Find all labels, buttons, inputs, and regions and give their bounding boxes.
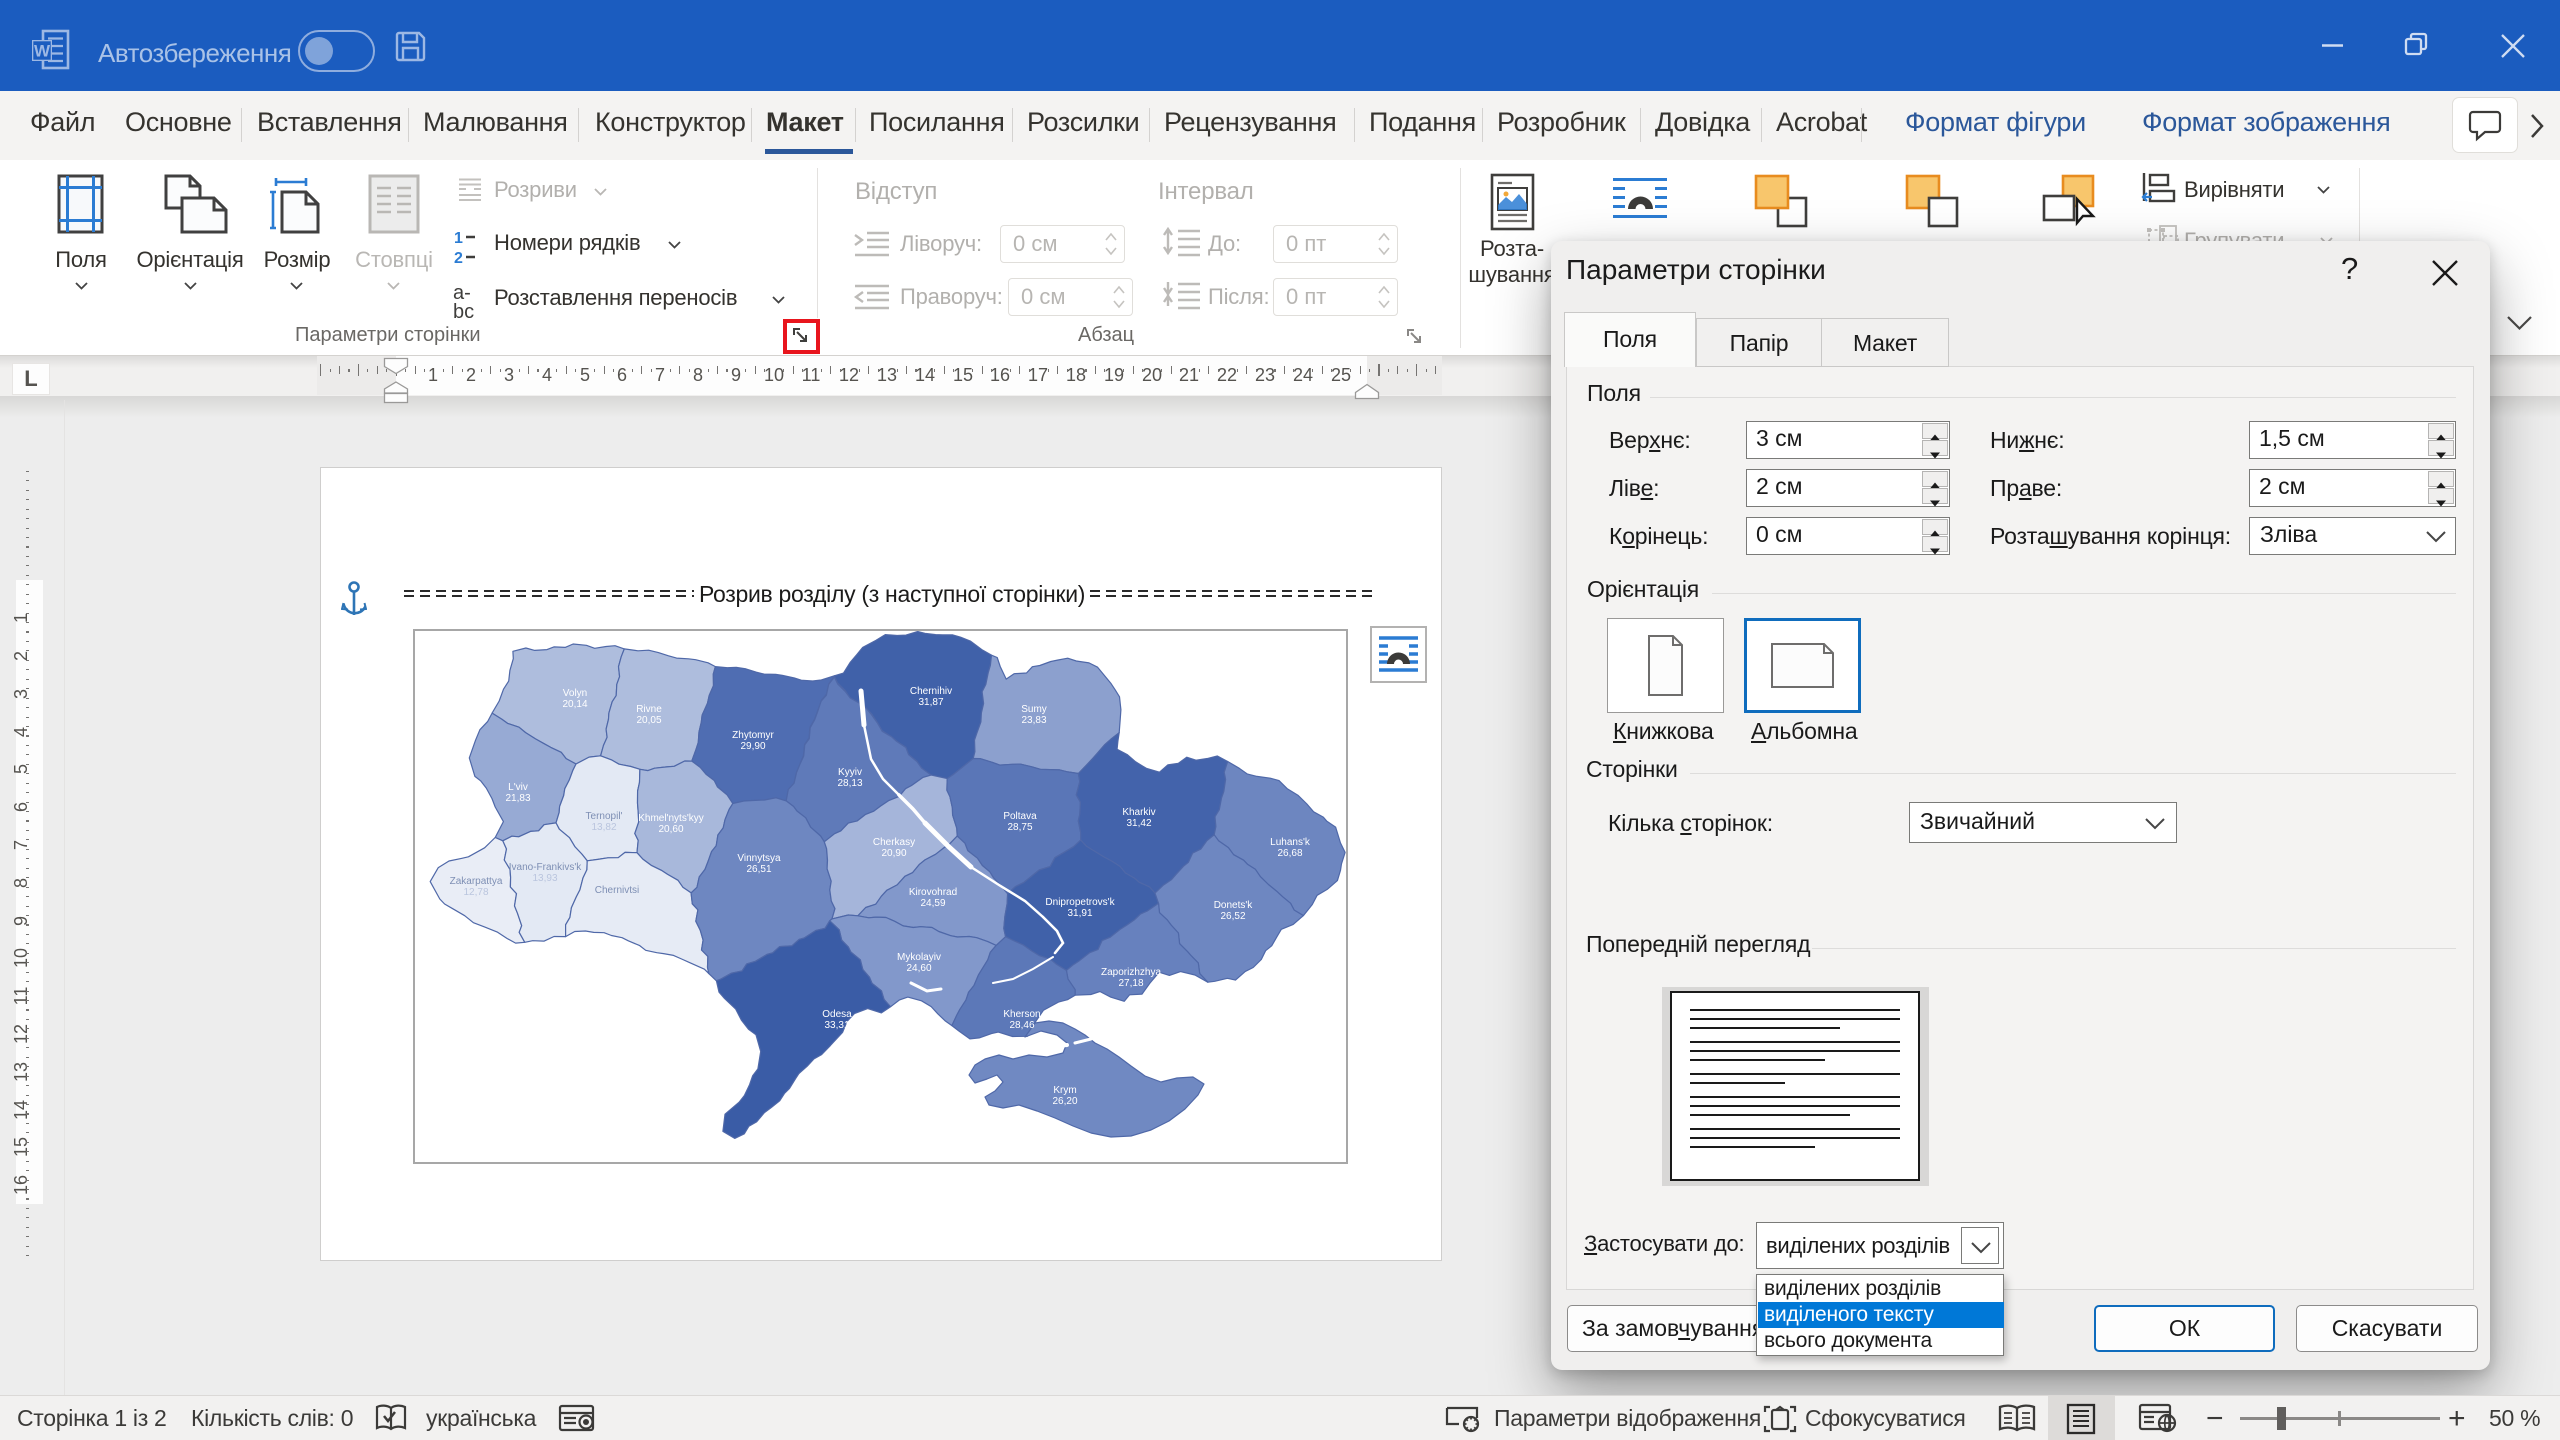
svg-text:26,68: 26,68 [1277,848,1302,859]
svg-text:Chernihiv: Chernihiv [910,686,952,697]
svg-text:Zaporizhzhya: Zaporizhzhya [1101,967,1161,978]
svg-text:Cherkasy: Cherkasy [873,837,915,848]
svg-text:Kharkiv: Kharkiv [1122,807,1155,818]
svg-text:2: 2 [454,250,463,266]
svg-text:31,91: 31,91 [1067,908,1092,919]
svg-text:1: 1 [454,230,463,247]
svg-text:26,51: 26,51 [746,864,771,875]
svg-text:24,60: 24,60 [906,963,931,974]
svg-text:L'viv: L'viv [508,782,528,793]
svg-text:Rivne: Rivne [636,704,662,715]
svg-text:21,83: 21,83 [505,793,530,804]
svg-text:29,90: 29,90 [740,741,765,752]
svg-text:20,14: 20,14 [562,699,587,710]
svg-text:13,93: 13,93 [532,873,557,884]
svg-text:12,78: 12,78 [463,887,488,898]
svg-text:33,31: 33,31 [824,1020,849,1031]
svg-text:Odesa: Odesa [822,1009,852,1020]
svg-text:24,59: 24,59 [920,898,945,909]
svg-text:Khmel'nyts'kyy: Khmel'nyts'kyy [638,813,704,824]
svg-text:26,52: 26,52 [1220,911,1245,922]
svg-text:23,83: 23,83 [1021,715,1046,726]
svg-text:28,75: 28,75 [1007,822,1032,833]
svg-text:Sumy: Sumy [1021,704,1047,715]
svg-text:20,60: 20,60 [658,824,683,835]
svg-text:26,20: 26,20 [1052,1096,1077,1107]
svg-text:Mykolayiv: Mykolayiv [897,952,941,963]
svg-text:Ternopil': Ternopil' [586,811,623,822]
svg-text:Vinnytsya: Vinnytsya [737,853,781,864]
svg-text:Krym: Krym [1053,1085,1076,1096]
svg-text:Luhans'k: Luhans'k [1270,837,1311,848]
svg-text:28,46: 28,46 [1009,1020,1034,1031]
svg-text:28,13: 28,13 [837,778,862,789]
svg-text:Kherson: Kherson [1003,1009,1040,1020]
svg-text:20,90: 20,90 [881,848,906,859]
svg-text:13,82: 13,82 [591,822,616,833]
svg-text:bc: bc [453,301,474,321]
svg-text:Ivano-Frankivs'k: Ivano-Frankivs'k [509,862,582,873]
svg-text:Chernivtsi: Chernivtsi [595,885,639,896]
svg-text:Zakarpattya: Zakarpattya [450,876,503,887]
svg-text:Dnipropetrovs'k: Dnipropetrovs'k [1045,897,1115,908]
svg-text:31,42: 31,42 [1126,818,1151,829]
svg-text:Zhytomyr: Zhytomyr [732,730,774,741]
svg-text:Volyn: Volyn [563,688,587,699]
svg-text:Poltava: Poltava [1003,811,1037,822]
svg-text:Donets'k: Donets'k [1214,900,1254,911]
svg-text:Kirovohrad: Kirovohrad [909,887,957,898]
svg-text:27,18: 27,18 [1118,978,1143,989]
svg-text:Kyyiv: Kyyiv [838,767,862,778]
svg-text:20,05: 20,05 [636,715,661,726]
svg-text:31,87: 31,87 [918,697,943,708]
